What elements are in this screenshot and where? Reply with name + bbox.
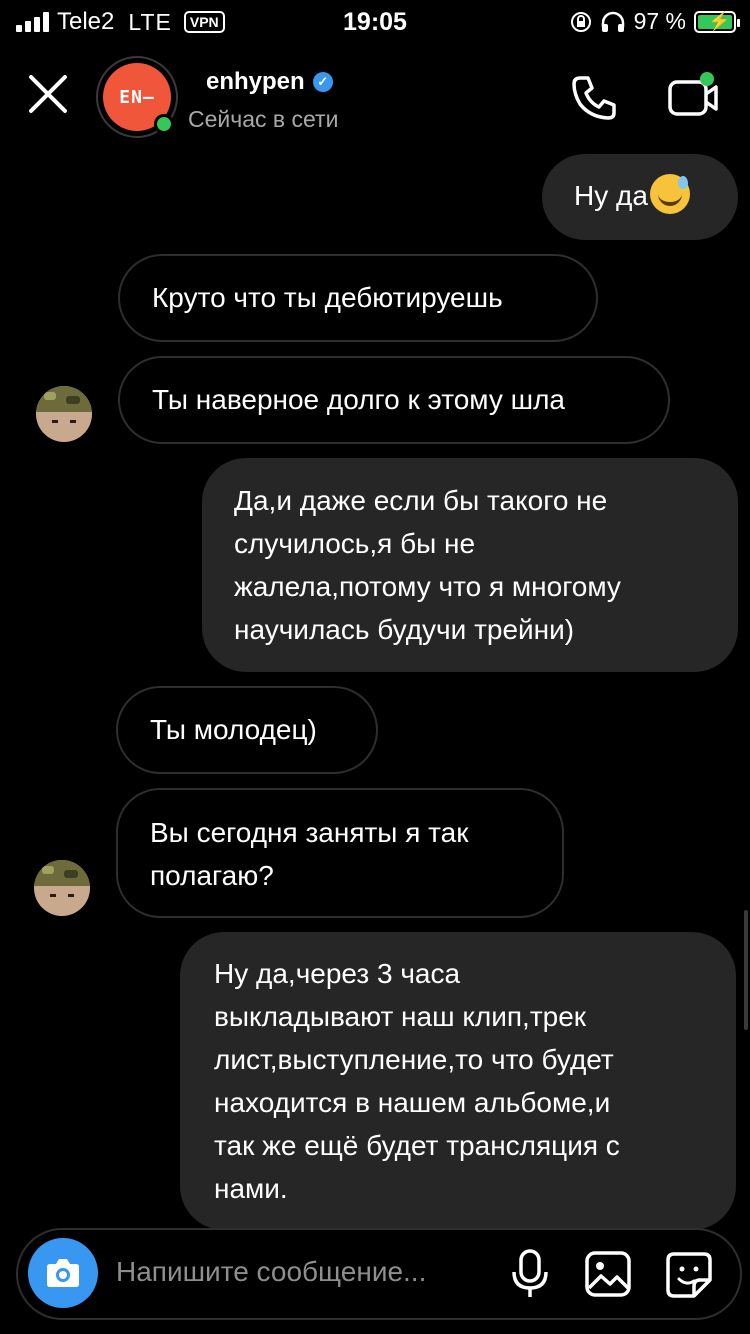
camera-button[interactable] <box>28 1238 98 1308</box>
message-input[interactable]: Напишите сообщение... <box>116 1256 426 1288</box>
phone-icon[interactable] <box>568 72 620 124</box>
sender-avatar[interactable] <box>34 860 90 916</box>
microphone-icon[interactable] <box>506 1248 554 1300</box>
status-bar-right: 97 % ⚡ <box>570 8 740 35</box>
lock-rotation-icon <box>570 11 591 32</box>
message-received[interactable]: Вы сегодня заняты я так полагаю? <box>116 788 564 918</box>
status-bar-left: Tele2 LTE VPN <box>16 8 225 36</box>
message-composer: Напишите сообщение... <box>16 1228 742 1320</box>
battery-percent: 97 % <box>633 8 686 34</box>
message-sent[interactable]: Да,и даже если бы такого не случилось,я … <box>202 458 738 672</box>
video-active-dot <box>700 72 714 86</box>
message-sent[interactable]: Ну да <box>542 154 738 240</box>
close-icon[interactable] <box>26 72 70 116</box>
battery-icon: ⚡ <box>694 10 740 33</box>
network-label: LTE <box>128 8 172 35</box>
contact-name-row[interactable]: enhypen ✓ <box>206 68 333 96</box>
signal-icon <box>16 12 49 32</box>
message-sent[interactable]: Ну да,через 3 часа выкладывают наш клип,… <box>180 932 736 1230</box>
vpn-icon: VPN <box>183 11 225 33</box>
chat-header: EN— enhypen ✓ Сейчас в сети <box>0 48 750 148</box>
camera-icon <box>47 1259 79 1287</box>
headphones-icon <box>601 11 624 32</box>
online-indicator <box>154 114 174 134</box>
sweat-smile-emoji-icon <box>649 174 690 214</box>
message-received[interactable]: Ты молодец) <box>116 686 378 774</box>
status-bar: Tele2 LTE VPN 19:05 97 % ⚡ <box>0 0 750 44</box>
verified-icon: ✓ <box>312 72 333 92</box>
online-status: Сейчас в сети <box>188 106 339 132</box>
sender-avatar[interactable] <box>36 386 92 442</box>
sticker-icon[interactable] <box>664 1250 714 1300</box>
gallery-icon[interactable] <box>584 1250 632 1298</box>
contact-name: enhypen <box>206 68 305 95</box>
message-received[interactable]: Ты наверное долго к этому шла <box>118 356 670 444</box>
carrier-label: Tele2 <box>57 8 115 35</box>
profile-avatar[interactable]: EN— <box>96 56 178 138</box>
message-received[interactable]: Круто что ты дебютируешь <box>118 254 598 342</box>
scrollbar[interactable] <box>744 910 748 1030</box>
